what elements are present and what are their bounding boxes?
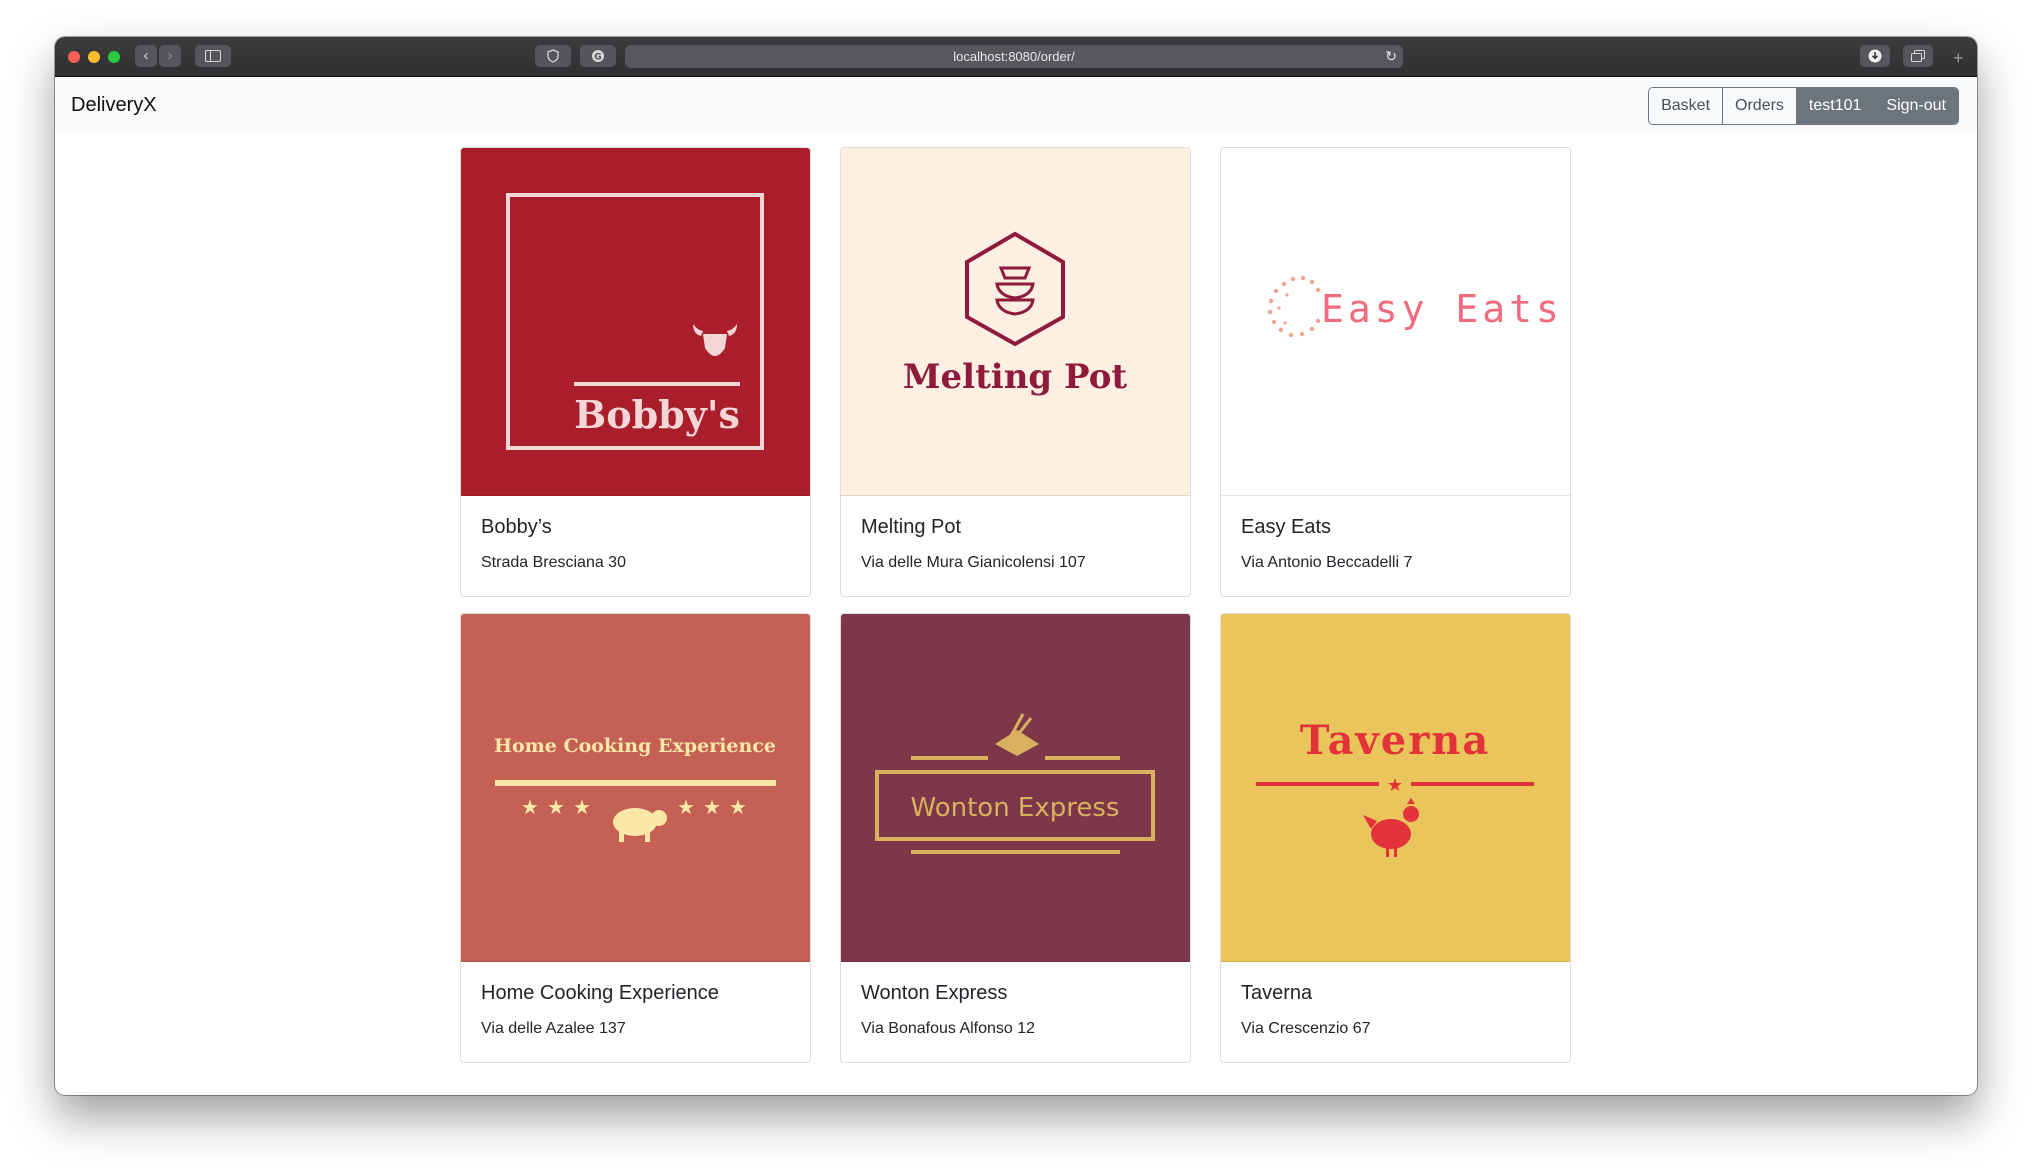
restaurant-name[interactable]: Wonton Express	[861, 982, 1007, 1005]
restaurant-logo: Home Cooking Experience ★ ★ ★ ★ ★ ★	[461, 614, 810, 962]
basket-button[interactable]: Basket	[1649, 88, 1724, 124]
download-icon[interactable]	[1860, 45, 1890, 67]
orders-button[interactable]: Orders	[1723, 88, 1797, 124]
extension-icon[interactable]: G	[580, 45, 616, 67]
pig-icon	[613, 808, 667, 842]
svg-text:★: ★	[521, 795, 539, 819]
minimize-window-button[interactable]	[88, 51, 100, 63]
restaurant-logo: Wonton Express	[841, 614, 1190, 962]
forward-arrow-icon[interactable]: ›	[159, 45, 181, 67]
restaurant-name[interactable]: Bobby’s	[481, 516, 552, 539]
noodle-box-icon	[995, 713, 1039, 756]
bowls-icon	[995, 266, 1035, 316]
new-tab-icon[interactable]: +	[1953, 49, 1969, 67]
svg-text:★: ★	[703, 795, 721, 819]
tabs-overview-icon[interactable]	[1903, 45, 1933, 67]
svg-text:★: ★	[729, 795, 747, 819]
zoom-window-button[interactable]	[108, 51, 120, 63]
reload-icon[interactable]: ↻	[1385, 45, 1397, 68]
logo-text: Bobby's	[574, 392, 740, 437]
restaurant-name[interactable]: Home Cooking Experience	[481, 982, 719, 1005]
restaurant-card[interactable]: Bobby's Bobby’s Strada Bresciana 30	[460, 147, 811, 597]
navbar: DeliveryX Basket Orders test101 Sign-out	[55, 77, 1977, 133]
star-icon: ★	[1387, 775, 1403, 796]
logo-text: Wonton Express	[911, 793, 1120, 823]
sidebar-toggle-icon[interactable]	[195, 45, 231, 67]
svg-text:G: G	[594, 53, 601, 63]
address-bar[interactable]: localhost:8080/order/ ↻	[625, 45, 1403, 68]
restaurant-logo: Melting Pot	[841, 148, 1190, 496]
browser-toolbar: ‹ › G localhost:8080/order/ ↻ +	[55, 37, 1977, 77]
restaurant-card[interactable]: Melting Pot Melting Pot Via delle Mura G…	[840, 147, 1191, 597]
url-text: localhost:8080/order/	[953, 49, 1075, 64]
svg-text:★: ★	[677, 795, 695, 819]
restaurant-address: Via Antonio Beccadelli 7	[1241, 554, 1413, 571]
restaurant-card[interactable]: Wonton Express Wonton Express Via Bonafo…	[840, 613, 1191, 1063]
logo-text: Taverna	[1300, 717, 1491, 764]
nav-button-group: Basket Orders test101 Sign-out	[1648, 87, 1959, 125]
restaurant-name[interactable]: Easy Eats	[1241, 516, 1331, 539]
restaurant-card[interactable]: Taverna ★ Taverna Via Crescenzio 67	[1220, 613, 1571, 1063]
browser-window: ‹ › G localhost:8080/order/ ↻ + Delivery…	[55, 37, 1977, 1095]
restaurant-logo: Easy Eats	[1221, 148, 1570, 496]
svg-text:★: ★	[547, 795, 565, 819]
restaurant-card[interactable]: Easy Eats Easy Eats Via Antonio Beccadel…	[1220, 147, 1571, 597]
brand-logo[interactable]: DeliveryX	[71, 77, 157, 133]
restaurant-address: Strada Bresciana 30	[481, 554, 626, 571]
restaurant-address: Via Crescenzio 67	[1241, 1020, 1371, 1037]
shield-icon[interactable]	[535, 45, 571, 67]
logo-text: Melting Pot	[903, 357, 1127, 397]
rooster-icon	[1363, 798, 1419, 857]
bull-icon	[693, 324, 737, 356]
restaurant-address: Via Bonafous Alfonso 12	[861, 1020, 1036, 1037]
restaurant-name[interactable]: Melting Pot	[861, 516, 961, 539]
logo-text: Home Cooking Experience	[494, 735, 776, 757]
restaurant-name[interactable]: Taverna	[1241, 982, 1312, 1005]
restaurant-card[interactable]: Home Cooking Experience ★ ★ ★ ★ ★ ★ Home Coo…	[460, 613, 811, 1063]
restaurant-address: Via delle Mura Gianicolensi 107	[861, 554, 1086, 571]
user-button[interactable]: test101	[1796, 88, 1875, 124]
restaurant-address: Via delle Azalee 137	[481, 1020, 626, 1037]
logo-text: Easy Eats	[1321, 287, 1563, 331]
restaurant-logo: Bobby's	[461, 148, 810, 496]
dotted-circle-icon	[1267, 275, 1321, 338]
back-arrow-icon[interactable]: ‹	[135, 45, 157, 67]
close-window-button[interactable]	[68, 51, 80, 63]
svg-text:★: ★	[573, 795, 591, 819]
signout-button[interactable]: Sign-out	[1874, 88, 1958, 124]
restaurant-logo: Taverna ★	[1221, 614, 1570, 962]
